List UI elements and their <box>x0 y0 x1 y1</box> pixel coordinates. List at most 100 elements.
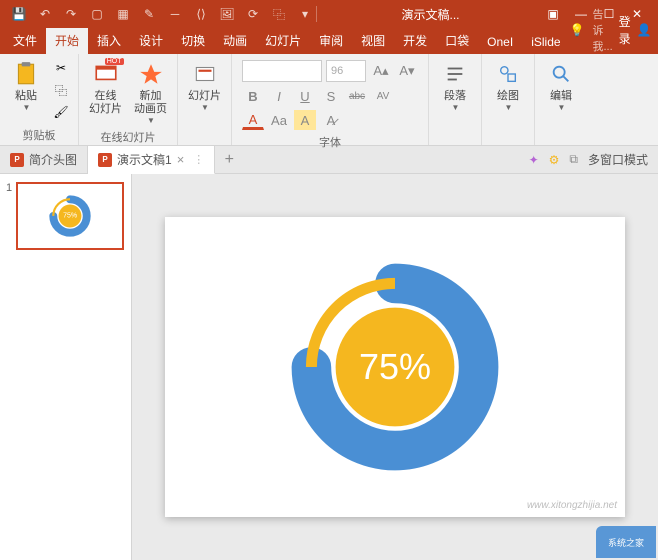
tab-transition[interactable]: 切换 <box>172 28 214 54</box>
drawing-dropdown[interactable]: 绘图 ▼ <box>488 58 528 114</box>
watermark-text: www.xitongzhijia.net <box>527 500 617 511</box>
main-area: 1 75% <box>0 174 658 560</box>
group-font: A▴ A▾ B I U S abc AV A Aa A A̷ <box>232 54 429 145</box>
undo-icon[interactable]: ↶ <box>36 5 54 23</box>
clear-format-button[interactable]: A̷ <box>320 110 342 130</box>
tab-pocket[interactable]: 口袋 <box>436 28 478 54</box>
chevron-down-icon: ▼ <box>505 103 513 112</box>
tab-animation[interactable]: 动画 <box>214 28 256 54</box>
ribbon-collapse-icon[interactable]: ▣ <box>542 4 564 24</box>
separator <box>316 6 317 22</box>
shadow-button[interactable]: S <box>320 86 342 106</box>
line-icon[interactable]: ─ <box>166 5 184 23</box>
doc-tab-1[interactable]: P 简介头图 <box>0 146 88 173</box>
table-icon[interactable]: ▦ <box>114 5 132 23</box>
chevron-icon[interactable]: ⟨⟩ <box>192 5 210 23</box>
paste-button[interactable]: 粘贴 ▼ <box>6 58 46 114</box>
online-slides-label: 在线 幻灯片 <box>89 90 122 116</box>
doc-tab-2-label: 演示文稿1 <box>117 151 172 168</box>
chevron-down-icon: ▼ <box>558 103 566 112</box>
editing-dropdown[interactable]: 编辑 ▼ <box>541 58 581 114</box>
online-slides-group-label: 在线幻灯片 <box>85 127 171 145</box>
italic-button[interactable]: I <box>268 86 290 106</box>
highlight-button[interactable]: A <box>294 110 316 130</box>
tab-islide[interactable]: iSlide <box>522 31 569 54</box>
tab-home[interactable]: 开始 <box>46 28 88 54</box>
group-online-slides: HOT 在线 幻灯片 新加 动画页 ▼ 在线幻灯片 <box>79 54 178 145</box>
redo-icon[interactable]: ↷ <box>62 5 80 23</box>
tab-file[interactable]: 文件 <box>4 28 46 54</box>
tab-design[interactable]: 设计 <box>130 28 172 54</box>
underline-button[interactable]: U <box>294 86 316 106</box>
login-button[interactable]: 登录 <box>619 13 631 47</box>
thumb-percent-label: 75% <box>63 213 77 220</box>
tab-view[interactable]: 视图 <box>352 28 394 54</box>
save-icon[interactable]: 💾 <box>10 5 28 23</box>
font-family-select[interactable] <box>242 60 322 82</box>
slide-number: 1 <box>6 182 12 250</box>
hot-badge: HOT <box>105 58 124 65</box>
online-slides-button[interactable]: HOT 在线 幻灯片 <box>85 58 126 118</box>
ribbon-content: 粘贴 ▼ ✂ ⿻ 🖌 剪贴板 HOT 在线 幻灯片 新加 动画页 <box>0 54 658 146</box>
new-doc-icon[interactable]: ▢ <box>88 5 106 23</box>
document-tabs: P 简介头图 P 演示文稿1 × ⋮ + ✦ ⚙ ⧉ 多窗口模式 <box>0 146 658 174</box>
tab-review[interactable]: 审阅 <box>310 28 352 54</box>
powerpoint-icon: P <box>10 153 24 167</box>
tab-insert[interactable]: 插入 <box>88 28 130 54</box>
paragraph-dropdown[interactable]: 段落 ▼ <box>435 58 475 114</box>
copy-icon[interactable]: ⿻ <box>270 5 288 23</box>
tab-developer[interactable]: 开发 <box>394 28 436 54</box>
powerpoint-icon: P <box>98 153 112 167</box>
add-tab-button[interactable]: + <box>215 146 243 173</box>
multi-window-icon[interactable]: ⧉ <box>569 152 578 167</box>
paste-label: 粘贴 <box>15 90 37 103</box>
slide: 75% www.xitongzhijia.net <box>165 217 625 517</box>
new-anim-button[interactable]: 新加 动画页 ▼ <box>130 58 171 127</box>
drawing-label: 绘图 <box>497 90 519 103</box>
more-icon[interactable]: ▾ <box>296 5 314 23</box>
tab-slideshow[interactable]: 幻灯片 <box>256 28 310 54</box>
doc-tab-2[interactable]: P 演示文稿1 × ⋮ <box>88 146 215 174</box>
slide-thumbnail-1[interactable]: 75% <box>16 182 124 250</box>
bold-button[interactable]: B <box>242 86 264 106</box>
chevron-down-icon: ▼ <box>452 103 460 112</box>
percent-label: 75% <box>359 346 431 388</box>
increase-font-button[interactable]: A▴ <box>370 61 392 81</box>
ribbon-tabs: 文件 开始 插入 设计 切换 动画 幻灯片 审阅 视图 开发 口袋 OneI i… <box>0 28 658 54</box>
settings-icon[interactable]: ⚙ <box>549 153 560 167</box>
image-icon[interactable]: 🖼 <box>218 5 236 23</box>
change-case-button[interactable]: Aa <box>268 110 290 130</box>
font-color-button[interactable]: A <box>242 110 264 130</box>
group-paragraph: 段落 ▼ <box>429 54 482 145</box>
cut-button[interactable]: ✂ <box>50 58 72 78</box>
font-size-select[interactable] <box>326 60 366 82</box>
decrease-font-button[interactable]: A▾ <box>396 61 418 81</box>
copy-button[interactable]: ⿻ <box>50 80 72 100</box>
tab-menu-icon[interactable]: ⋮ <box>193 153 204 166</box>
group-slides: 幻灯片 ▼ <box>178 54 232 145</box>
close-tab-icon[interactable]: × <box>177 152 185 167</box>
pen-icon[interactable]: ✎ <box>140 5 158 23</box>
strikethrough-button[interactable]: abc <box>346 86 368 106</box>
chevron-down-icon: ▼ <box>147 116 155 125</box>
chevron-down-icon: ▼ <box>201 103 209 112</box>
magic-icon[interactable]: ✦ <box>529 153 539 167</box>
slides-dropdown[interactable]: 幻灯片 ▼ <box>184 58 225 114</box>
tab-onei[interactable]: OneI <box>478 31 522 54</box>
slides-label: 幻灯片 <box>188 90 221 103</box>
tell-me-search[interactable]: 告诉我... <box>593 6 613 54</box>
paragraph-label: 段落 <box>444 90 466 103</box>
char-spacing-button[interactable]: AV <box>372 86 394 106</box>
lightbulb-icon: 💡 <box>570 23 585 37</box>
editing-label: 编辑 <box>550 90 572 103</box>
slide-canvas[interactable]: 75% www.xitongzhijia.net <box>132 174 658 560</box>
format-painter-button[interactable]: 🖌 <box>50 102 72 122</box>
share-icon[interactable]: 👤 <box>637 23 652 37</box>
group-editing: 编辑 ▼ <box>535 54 587 145</box>
refresh-icon[interactable]: ⟳ <box>244 5 262 23</box>
multi-window-label[interactable]: 多窗口模式 <box>588 151 648 168</box>
doc-tab-1-label: 简介头图 <box>29 151 77 168</box>
new-anim-label: 新加 动画页 <box>134 90 167 116</box>
watermark-logo: 系统之家 <box>596 526 656 558</box>
group-drawing: 绘图 ▼ <box>482 54 535 145</box>
